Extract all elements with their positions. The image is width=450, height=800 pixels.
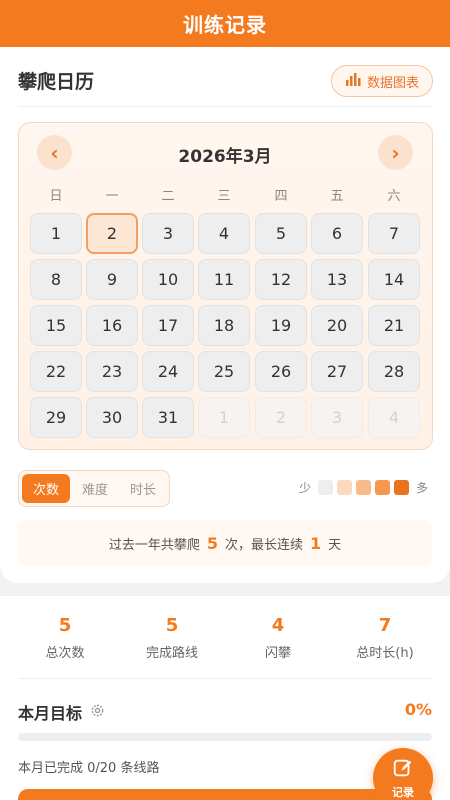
calendar-day[interactable]: 7 [368,213,420,254]
goal-title: 本月目标 [18,704,83,723]
calendar-day[interactable]: 28 [368,351,420,392]
tab-count[interactable]: 次数 [22,474,70,503]
divider [18,678,432,679]
weekday-label: 五 [330,189,344,204]
next-month-button[interactable]: › [378,135,413,170]
calendar-day[interactable]: 17 [142,305,194,346]
legend-swatch [318,480,334,495]
metric-tabs: 次数 难度 时长 [18,470,170,507]
stat-value: 5 [58,615,72,636]
data-chart-button[interactable]: 数据图表 [331,65,433,97]
summary-middle: 次，最长连续 [224,537,303,553]
calendar-day[interactable]: 22 [30,351,82,392]
page-title: 训练记录 [183,13,267,37]
stat-label: 完成路线 [145,646,198,661]
legend-swatch [337,480,353,495]
calendar-day[interactable]: 3 [142,213,194,254]
goal-progress-bar [18,733,432,741]
weekday-label: 六 [387,189,401,204]
gear-icon[interactable] [90,703,105,722]
calendar-day[interactable]: 31 [142,397,194,438]
weekday-label: 四 [274,189,288,204]
section-title: 攀爬日历 [18,71,95,93]
summary-prefix: 过去一年共攀爬 [108,537,200,553]
goal-percent: 0% [404,700,432,719]
calendar-day[interactable]: 11 [198,259,250,300]
record-fab-button[interactable]: 记录 [373,748,433,800]
calendar-day[interactable]: 10 [142,259,194,300]
weekday-label: 二 [161,189,175,204]
stat-flash: 4 闪攀 [223,615,333,661]
tab-difficulty[interactable]: 难度 [71,474,119,503]
calendar-day[interactable]: 26 [255,351,307,392]
calendar-day[interactable]: 18 [198,305,250,346]
calendar-day-other-month[interactable]: 3 [311,397,363,438]
calendar-day[interactable]: 6 [311,213,363,254]
legend-swatch [375,480,391,495]
legend-swatch [356,480,372,495]
stat-routes-completed: 5 完成路线 [117,615,227,661]
calendar-day-other-month[interactable]: 1 [198,397,250,438]
calendar-day[interactable]: 12 [255,259,307,300]
calendar-day[interactable]: 30 [86,397,138,438]
calendar-day-other-month[interactable]: 2 [255,397,307,438]
calendar-day[interactable]: 21 [368,305,420,346]
calendar-day-other-month[interactable]: 4 [368,397,420,438]
heat-legend: 少 多 [296,479,431,496]
calendar-day-today[interactable]: 2 [86,213,138,254]
edit-icon [392,757,414,783]
calendar-day[interactable]: 1 [30,213,82,254]
goal-progress-text: 本月已完成 0/20 条线路 [18,761,160,776]
calendar-day[interactable]: 23 [86,351,138,392]
calendar-day[interactable]: 16 [86,305,138,346]
calendar-day[interactable]: 4 [198,213,250,254]
weekday-label: 一 [105,189,119,204]
calendar-day[interactable]: 13 [311,259,363,300]
stat-label: 总时长(h) [356,646,414,661]
fab-label: 记录 [392,785,414,799]
stat-value: 7 [378,615,392,636]
tab-duration[interactable]: 时长 [119,474,167,503]
stat-value: 5 [165,615,179,636]
calendar-day[interactable]: 14 [368,259,420,300]
stat-label: 总次数 [45,646,85,661]
calendar-day[interactable]: 27 [311,351,363,392]
stat-value: 4 [271,615,285,636]
bar-chart-icon [345,71,361,91]
top-nav-bar: 训练记录 [0,0,450,47]
divider [18,106,432,107]
legend-swatch [394,480,410,495]
stat-label: 闪攀 [264,646,291,661]
data-chart-label: 数据图表 [366,75,419,91]
summary-suffix: 天 [328,537,342,553]
stat-total-hours: 7 总时长(h) [330,615,440,661]
calendar-day[interactable]: 20 [311,305,363,346]
calendar-day[interactable]: 25 [198,351,250,392]
summary-count: 5 [206,533,218,553]
stat-total-count: 5 总次数 [10,615,120,661]
calendar-day[interactable]: 15 [30,305,82,346]
weekday-label: 日 [49,189,63,204]
calendar-day[interactable]: 19 [255,305,307,346]
summary-streak: 1 [310,533,322,553]
bottom-action-bar[interactable] [18,789,432,800]
legend-high-label: 多 [416,481,429,495]
legend-low-label: 少 [299,481,312,495]
year-summary: 过去一年共攀爬 5 次，最长连续 1 天 [18,520,432,566]
calendar-day[interactable]: 24 [142,351,194,392]
calendar-day[interactable]: 9 [86,259,138,300]
monthly-goal-header: 本月目标 [18,700,105,724]
weekday-label: 三 [217,189,231,204]
calendar-day[interactable]: 5 [255,213,307,254]
calendar-day[interactable]: 8 [30,259,82,300]
calendar-day[interactable]: 29 [30,397,82,438]
